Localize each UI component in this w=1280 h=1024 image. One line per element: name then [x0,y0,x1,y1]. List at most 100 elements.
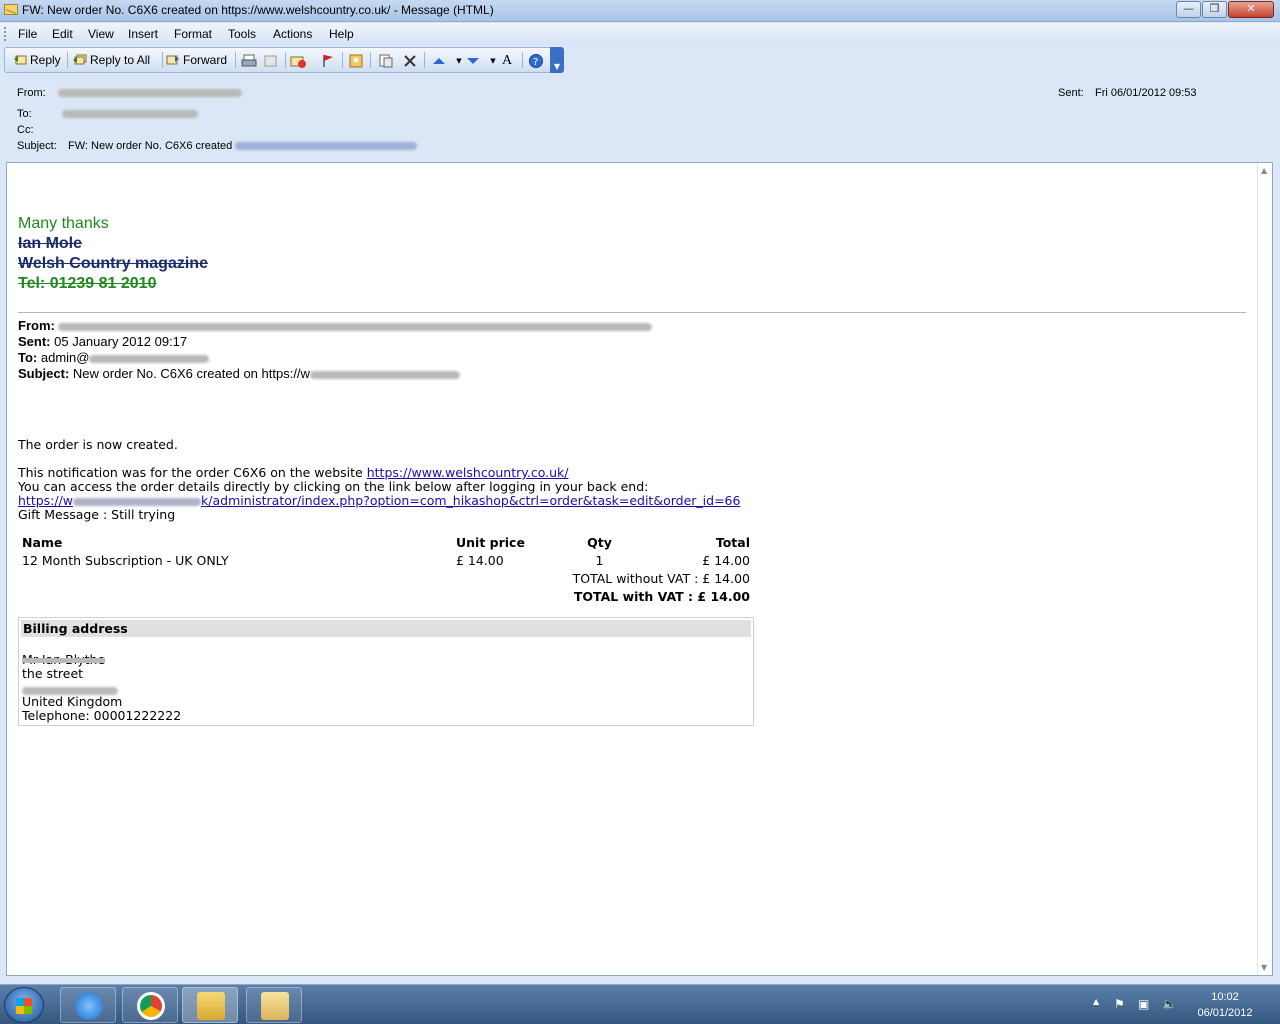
reply-button[interactable]: Reply [13,51,61,69]
header-unit-price: Unit price [456,534,525,550]
address-book-icon[interactable] [348,53,364,69]
forwarded-subject-redacted [309,370,460,379]
message-body[interactable]: Many thanks Ian Mole Welsh Country magaz… [6,162,1273,976]
billing-street: the street [22,666,84,681]
menu-format[interactable]: Format [174,27,212,41]
table-row: 12 Month Subscription - UK ONLY £ 14.00 … [18,551,754,569]
to-redacted [62,108,198,120]
outlook-icon [197,992,225,1020]
maximize-button[interactable]: ❐ [1202,1,1227,18]
clock-time: 10:02 [1211,991,1239,1003]
minimize-button[interactable]: — [1176,1,1201,18]
junk-mail-icon[interactable] [290,53,306,69]
action-center-flag-icon[interactable]: ⚑ [1114,997,1125,1011]
reply-all-button[interactable]: Reply to All [73,51,150,69]
menu-edit[interactable]: Edit [52,27,73,41]
previous-item-icon[interactable] [431,53,447,69]
forwarded-to-redacted [89,354,210,363]
forwarded-subject: Subject: New order No. C6X6 created on h… [18,366,460,381]
taskbar-internet-explorer[interactable] [60,987,116,1023]
notification-text: This notification was for the order C6X6… [18,465,568,480]
subject-text: FW: New order No. C6X6 created [68,140,233,152]
cc-label: Cc: [17,124,34,136]
move-to-folder-icon[interactable] [263,53,279,69]
clock-date: 06/01/2012 [1197,1007,1253,1019]
admin-link-start[interactable]: https://w [18,493,73,508]
sent-label: Sent: [1058,87,1084,99]
chrome-icon [137,992,165,1020]
start-button[interactable] [4,987,44,1023]
billing-telephone: Telephone: 00001222222 [22,708,182,723]
close-button[interactable]: ✕ [1228,1,1274,18]
clock[interactable]: 10:02 06/01/2012 [1190,989,1260,1021]
admin-link-end[interactable]: k/administrator/index.php?option=com_hik… [201,493,740,508]
network-icon[interactable]: ▣ [1138,997,1149,1011]
website-link[interactable]: https://www.welshcountry.co.uk/ [367,465,569,480]
next-item-icon[interactable] [465,53,481,69]
admin-link[interactable]: https://w k/administrator/index.php?optio… [18,493,740,508]
print-icon[interactable] [241,53,257,69]
forwarded-from: From: [18,318,653,333]
total-without-vat-row: TOTAL without VAT : £ 14.00 [18,569,754,587]
reply-all-icon [73,53,87,66]
header-total: Total [715,534,750,550]
billing-address-box: Billing address Mr Ian Blythe the street… [18,617,754,726]
taskbar-explorer[interactable] [246,987,302,1023]
forwarded-subject-value: New order No. C6X6 created on https://w [72,366,310,381]
admin-link-redacted [73,497,202,506]
show-hidden-icons-icon[interactable]: ▲ [1093,997,1099,1006]
reply-all-label: Reply to All [90,53,151,67]
signature-name: Ian Mole [18,235,83,252]
header-qty: Qty [587,534,612,550]
toolbar-separator [424,52,425,68]
access-text: You can access the order details directl… [18,479,649,494]
toolbar-separator [235,52,236,68]
menu-insert[interactable]: Insert [128,27,158,41]
taskbar-outlook[interactable] [182,987,238,1023]
toolbar-separator [162,52,163,68]
billing-name: Mr Ian Blythe [22,652,105,667]
taskbar-chrome[interactable] [122,987,178,1023]
volume-icon[interactable]: 🔈 [1162,997,1177,1011]
reply-icon [13,53,27,66]
forwarded-to: To: admin@ [18,350,210,365]
menu-bar: File Edit View Insert Format Tools Actio… [0,23,1280,45]
total-with-vat: TOTAL with VAT : £ 14.00 [573,588,750,604]
forwarded-sent-value: 05 January 2012 09:17 [54,334,188,349]
font-size-icon[interactable]: A [499,53,515,69]
toolbar-options-icon[interactable]: ▼ [550,47,564,73]
toolbar-separator [285,52,286,68]
help-icon[interactable]: ? [528,53,544,69]
menu-tools[interactable]: Tools [228,27,256,41]
from-label: From: [17,87,46,99]
subject-link-redacted[interactable] [235,142,418,151]
menu-actions[interactable]: Actions [273,27,312,41]
total-without-vat: TOTAL without VAT : £ 14.00 [572,570,750,586]
grip-handle[interactable] [4,27,7,41]
forward-button[interactable]: Forward [166,51,227,69]
menu-view[interactable]: View [88,27,114,41]
reply-label: Reply [30,53,61,67]
vertical-scrollbar[interactable]: ▲ ▼ [1257,163,1272,975]
menu-file[interactable]: File [18,27,37,41]
item-total: £ 14.00 [702,552,750,568]
scroll-up-icon[interactable]: ▲ [1261,166,1267,175]
delete-icon[interactable] [402,53,418,69]
flag-icon[interactable] [320,53,336,69]
folder-icon [261,992,289,1020]
billing-name-text: Mr Ian Blythe [22,652,106,667]
item-qty: 1 [595,552,604,568]
forwarded-from-redacted [58,322,653,331]
forwarded-to-value: admin@ [40,350,90,365]
table-header-row: Name Unit price Qty Total [18,533,754,551]
toolbar-separator [67,52,68,68]
menu-help[interactable]: Help [329,27,354,41]
forward-icon [166,53,180,66]
order-table: Name Unit price Qty Total 12 Month Subsc… [18,533,754,605]
billing-country: United Kingdom [22,694,123,709]
forwarded-from-label: From: [18,318,55,333]
header-name: Name [22,534,63,550]
item-unit-price: £ 14.00 [456,552,504,568]
move-icon[interactable] [378,53,394,69]
scroll-down-icon[interactable]: ▼ [1261,963,1267,972]
